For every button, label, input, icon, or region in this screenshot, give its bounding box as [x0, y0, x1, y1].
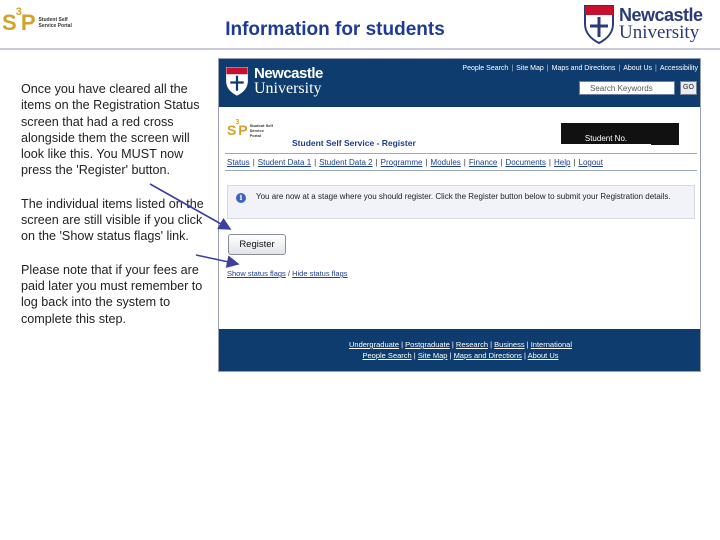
- redacted-student-number: [651, 133, 679, 145]
- portal-nav: Status | Student Data 1 | Student Data 2 | …: [227, 158, 603, 167]
- instruction-paragraph: The individual items listed on the scree…: [21, 196, 204, 244]
- footer-links-secondary: People Search | Site Map | Maps and Dire…: [362, 351, 559, 360]
- info-icon: i: [236, 193, 246, 203]
- instructions: Once you have cleared all the items on t…: [21, 81, 205, 344]
- instruction-paragraph: Please note that if your fees are paid l…: [21, 262, 203, 326]
- site-logo-line1: Newcastle: [254, 65, 323, 82]
- footer-international[interactable]: International: [531, 340, 572, 349]
- util-link-maps[interactable]: Maps and Directions: [552, 65, 616, 72]
- nav-divider: [225, 170, 697, 171]
- util-link-about[interactable]: About Us: [623, 65, 652, 72]
- util-link-site-map[interactable]: Site Map: [516, 65, 544, 72]
- site-logo[interactable]: Newcastle University: [225, 65, 323, 97]
- nav-logout[interactable]: Logout: [579, 158, 603, 167]
- s3p-logo-small: S3P Student Self Service Portal: [227, 119, 276, 138]
- nav-help[interactable]: Help: [554, 158, 570, 167]
- footer-research[interactable]: Research: [456, 340, 488, 349]
- site-logo-line2: University: [254, 80, 322, 97]
- s3p-logo: S3P Student Self Service Portal: [2, 5, 94, 38]
- site-banner: Newcastle University People Search | Site…: [219, 59, 700, 107]
- s3p-mark: S3P: [2, 5, 35, 35]
- header-divider: [0, 48, 720, 50]
- nav-student-data-1[interactable]: Student Data 1: [258, 158, 311, 167]
- s3p-mark: S3P: [227, 119, 248, 138]
- instruction-paragraph: Once you have cleared all the items on t…: [21, 82, 200, 178]
- register-page-screenshot: Newcastle University People Search | Site…: [218, 58, 701, 372]
- university-logo: Newcastle University: [583, 2, 720, 46]
- nav-programme[interactable]: Programme: [381, 158, 423, 167]
- hide-status-flags-link[interactable]: Hide status flags: [292, 269, 347, 278]
- student-number-label: Student No.: [561, 133, 651, 144]
- s3p-subtitle: Student Self Service Portal: [249, 122, 273, 138]
- s3p-subtitle: Student Self Service Portal: [38, 17, 72, 29]
- status-flag-links: Show status flags / Hide status flags: [227, 269, 348, 278]
- page-heading: Student Self Service - Register: [292, 138, 416, 148]
- utility-links: People Search | Site Map | Maps and Direct…: [462, 65, 698, 72]
- register-button[interactable]: Register: [228, 234, 286, 255]
- nav-modules[interactable]: Modules: [431, 158, 461, 167]
- shield-icon: [226, 67, 248, 96]
- info-message-text: You are now at a stage where you should …: [256, 192, 671, 201]
- flags-separator: /: [287, 269, 290, 278]
- slide-title: Information for students: [225, 19, 445, 40]
- redacted-name: [561, 123, 679, 133]
- shield-icon: [584, 5, 614, 44]
- footer-postgraduate[interactable]: Postgraduate: [405, 340, 450, 349]
- footer-site-map[interactable]: Site Map: [418, 351, 448, 360]
- util-link-people-search[interactable]: People Search: [462, 65, 508, 72]
- util-link-accessibility[interactable]: Accessibility: [660, 65, 698, 72]
- search-input[interactable]: Search Keywords: [579, 81, 675, 95]
- nav-documents[interactable]: Documents: [505, 158, 545, 167]
- site-footer: Undergraduate | Postgraduate | Research …: [219, 329, 700, 371]
- footer-people-search[interactable]: People Search: [363, 351, 412, 360]
- footer-links-primary: Undergraduate | Postgraduate | Research …: [349, 340, 572, 349]
- nav-student-data-2[interactable]: Student Data 2: [319, 158, 372, 167]
- nav-divider: [225, 153, 697, 154]
- footer-maps[interactable]: Maps and Directions: [454, 351, 522, 360]
- show-status-flags-link[interactable]: Show status flags: [227, 269, 286, 278]
- nav-status[interactable]: Status: [227, 158, 250, 167]
- footer-business[interactable]: Business: [494, 340, 524, 349]
- info-message: i You are now at a stage where you shoul…: [227, 185, 695, 219]
- footer-about-us[interactable]: About Us: [528, 351, 559, 360]
- logo-line2: University: [619, 22, 700, 43]
- footer-undergraduate[interactable]: Undergraduate: [349, 340, 399, 349]
- nav-finance[interactable]: Finance: [469, 158, 497, 167]
- search-go-button[interactable]: GO: [680, 81, 697, 95]
